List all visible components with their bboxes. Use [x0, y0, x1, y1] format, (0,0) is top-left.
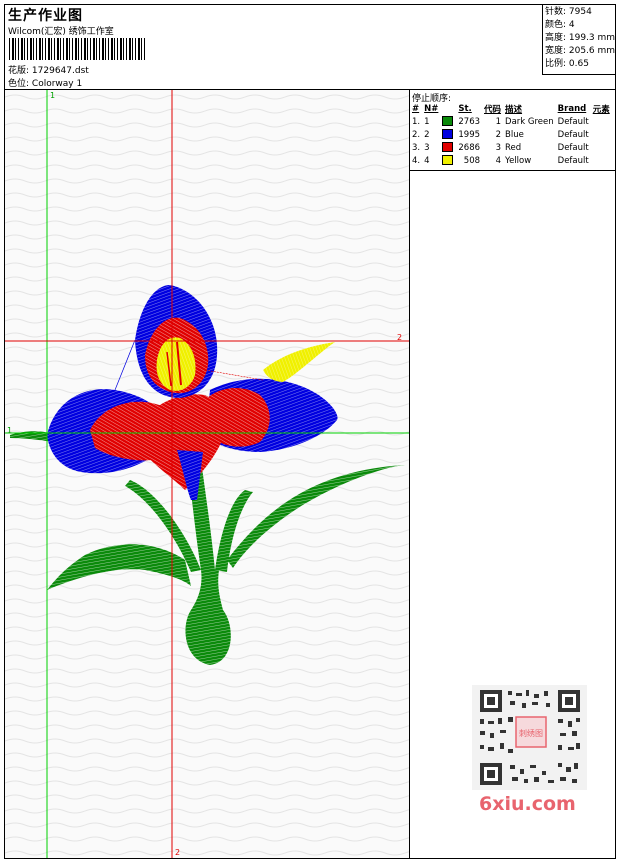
stop-sequence-table: # N# St. 代码 描述 Brand 元素 1. 1 2763 1 Dark Gre… [411, 102, 613, 167]
design-canvas: 1 1 2 2 [5, 90, 410, 858]
col-code: 代码 [484, 104, 502, 115]
stop-sequence-panel: 停止顺序: # N# St. 代码 描述 Brand 元素 1. 1 2763 1 Da… [410, 90, 615, 171]
col-needle: N# [424, 103, 439, 114]
row-swatch [441, 115, 457, 128]
red-guide-label-bottom: 2 [175, 848, 181, 857]
row-brand: Default [557, 116, 589, 127]
row-element [592, 141, 613, 154]
row-stitches: 2763 [458, 116, 481, 127]
page-title: 生产作业图 [8, 8, 83, 24]
row-description: Blue [505, 129, 524, 140]
row-element [592, 115, 613, 128]
production-sheet: 生产作业图 Wilcom(汇宏) 绣饰工作室 花版: 1729647.dst 色… [4, 4, 616, 859]
design-width: 宽度: 205.6 mm [545, 46, 616, 56]
row-brand: Default [557, 142, 589, 153]
row-code: 2 [495, 129, 502, 140]
col-stitches: St. [458, 103, 472, 114]
design-scale: 比例: 0.65 [545, 59, 589, 69]
colorway-label: 色位: [8, 79, 30, 89]
embroidery-preview [5, 90, 409, 858]
row-brand: Default [557, 155, 589, 166]
row-element [592, 154, 613, 167]
table-row: 3. 3 2686 3 Red Default [411, 141, 613, 154]
row-index: 3. [412, 142, 421, 153]
color-swatch [442, 129, 454, 140]
colorway-row: 色位: Colorway 1 [8, 76, 82, 89]
row-description: Yellow [505, 155, 532, 166]
color-swatch [442, 155, 454, 166]
row-needle: 3 [424, 142, 430, 153]
row-needle: 4 [424, 155, 430, 166]
green-guide-label-left: 1 [7, 426, 13, 435]
color-swatch [442, 116, 454, 127]
color-swatch [442, 142, 454, 153]
stamp-text: 刺绣图 [519, 728, 543, 738]
design-name: 1729647.dst [31, 66, 89, 76]
stitch-count: 针数: 7954 [545, 7, 592, 17]
col-brand: Brand [557, 103, 587, 114]
color-count: 颜色: 4 [545, 20, 575, 30]
software-name: Wilcom(汇宏) 绣饰工作室 [8, 27, 114, 37]
red-guide-label-right: 2 [397, 333, 403, 342]
colorway-name: Colorway 1 [31, 79, 83, 89]
watermark-text: 6xiu.com [479, 793, 576, 815]
col-swatch [441, 102, 457, 115]
row-description: Red [505, 142, 522, 153]
row-stitches: 2686 [458, 142, 481, 153]
row-index: 2. [412, 129, 421, 140]
row-code: 1 [495, 116, 502, 127]
row-needle: 2 [424, 129, 430, 140]
row-needle: 1 [424, 116, 430, 127]
barcode [9, 38, 145, 60]
row-code: 3 [495, 142, 502, 153]
row-swatch [441, 141, 457, 154]
row-stitches: 1995 [458, 129, 481, 140]
table-row: 1. 1 2763 1 Dark Green Default [411, 115, 613, 128]
row-description: Dark Green [505, 116, 554, 127]
design-label: 花版: [8, 66, 30, 76]
stats-panel: 针数: 7954 颜色: 4 高度: 199.3 mm 宽度: 205.6 mm… [542, 5, 615, 75]
design-row: 花版: 1729647.dst [8, 63, 89, 76]
row-code: 4 [495, 155, 502, 166]
row-brand: Default [557, 129, 589, 140]
qr-code: 刺绣图 [472, 685, 587, 790]
table-header-row: # N# St. 代码 描述 Brand 元素 [411, 102, 613, 115]
design-height: 高度: 199.3 mm [545, 33, 616, 43]
col-index: # [412, 103, 420, 114]
row-index: 4. [412, 155, 421, 166]
row-index: 1. [412, 116, 421, 127]
header-panel: 生产作业图 Wilcom(汇宏) 绣饰工作室 花版: 1729647.dst 色… [5, 5, 615, 90]
col-element: 元素 [592, 104, 610, 115]
table-row: 4. 4 508 4 Yellow Default [411, 154, 613, 167]
table-row: 2. 2 1995 2 Blue Default [411, 128, 613, 141]
green-guide-label-top: 1 [50, 91, 56, 100]
row-stitches: 508 [463, 155, 481, 166]
row-swatch [441, 128, 457, 141]
row-swatch [441, 154, 457, 167]
row-element [592, 128, 613, 141]
col-description: 描述 [505, 104, 523, 115]
